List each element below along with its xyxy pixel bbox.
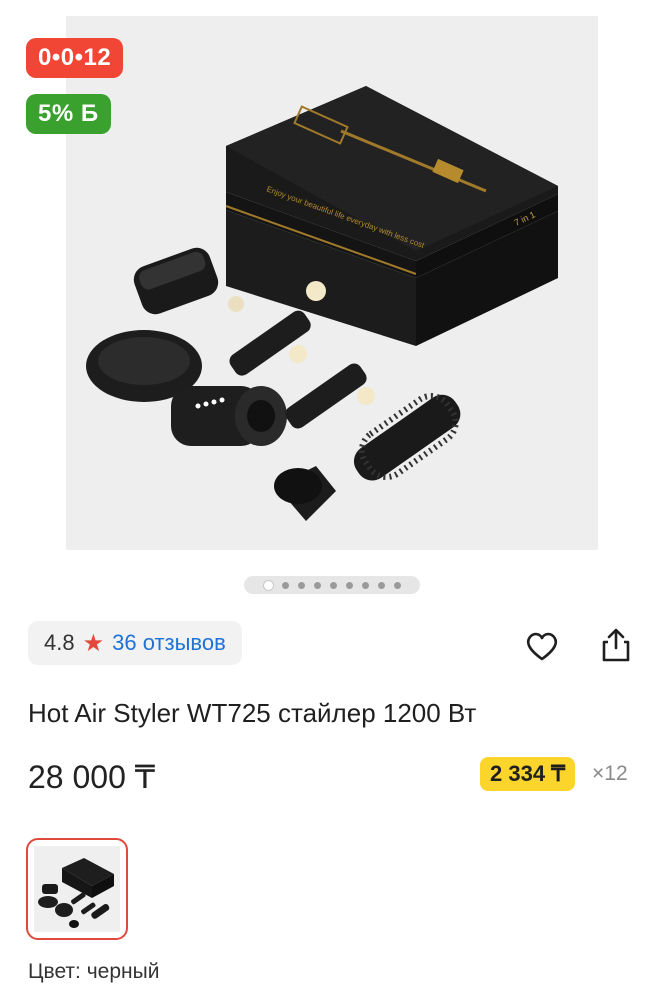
pagination-dot[interactable] — [281, 581, 289, 589]
product-photo[interactable]: Enjoy your beautiful life everyday with … — [66, 16, 598, 550]
installment-multiplier: ×12 — [592, 762, 628, 785]
pagination-dot[interactable] — [263, 580, 273, 590]
product-gallery[interactable]: Enjoy your beautiful life everyday with … — [0, 0, 664, 570]
color-label: Цвет: черный — [28, 960, 160, 983]
rating-score: 4.8 — [44, 630, 75, 655]
pagination-dot[interactable] — [393, 581, 401, 589]
product-price: 28 000 ₸ — [28, 759, 156, 795]
pagination-dot[interactable] — [313, 581, 321, 589]
pagination-dot[interactable] — [345, 581, 353, 589]
pagination-dot[interactable] — [297, 581, 305, 589]
variant-image — [34, 846, 120, 932]
rating-summary[interactable]: 4.8 ★ 36 отзывов — [28, 621, 242, 665]
pagination-dot[interactable] — [377, 581, 385, 589]
timer-badge: 0•0•12 — [26, 38, 124, 78]
share-icon — [602, 628, 630, 662]
gallery-pagination[interactable] — [244, 576, 420, 594]
favorite-button[interactable] — [522, 626, 562, 666]
pagination-dot[interactable] — [361, 581, 369, 589]
reviews-link[interactable]: 36 отзывов — [112, 630, 226, 656]
pagination-dot[interactable] — [329, 581, 337, 589]
product-illustration: Enjoy your beautiful life everyday with … — [86, 86, 558, 521]
variant-thumbnail-black[interactable] — [26, 838, 128, 940]
share-button[interactable] — [596, 624, 636, 664]
installment-badge[interactable]: 2 334 ₸ — [480, 757, 576, 791]
product-title: Hot Air Styler WT725 стайлер 1200 Вт — [28, 698, 477, 728]
cashback-badge: 5% Б — [26, 94, 111, 134]
heart-icon — [526, 632, 558, 661]
star-icon: ★ — [82, 629, 105, 657]
